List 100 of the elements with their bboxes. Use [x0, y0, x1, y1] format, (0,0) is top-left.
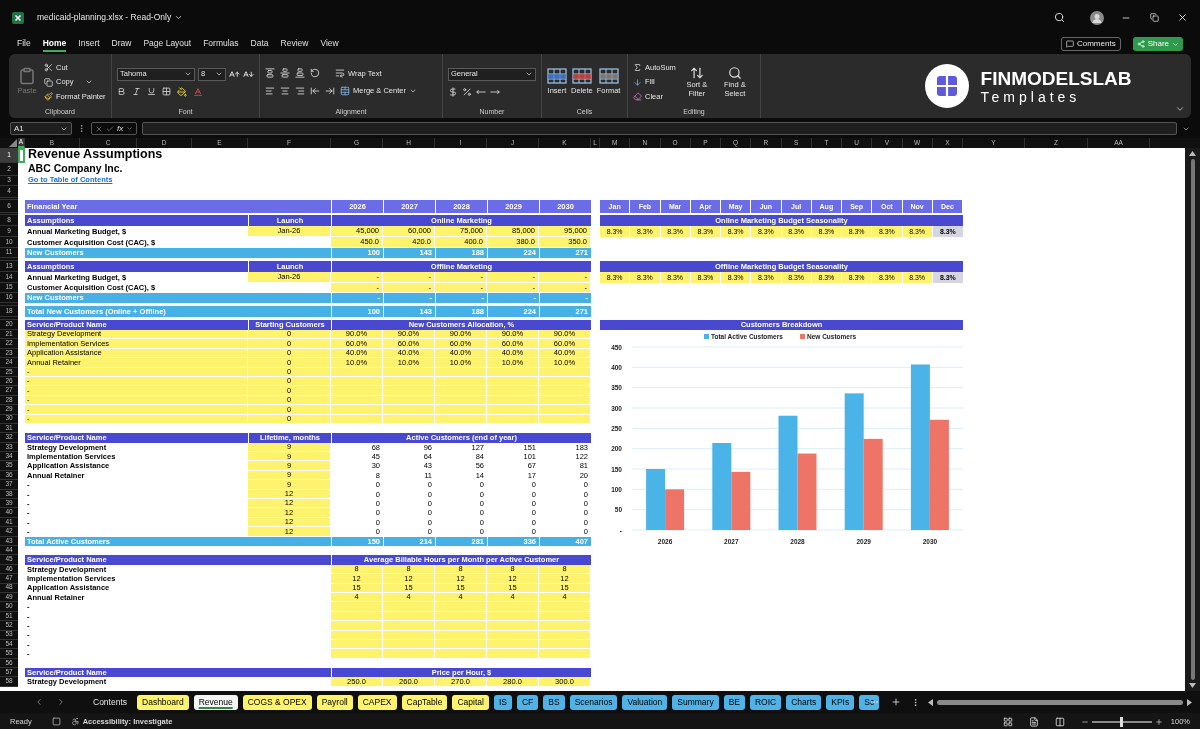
- next-sheet-icon[interactable]: [56, 697, 66, 707]
- wrap-text-icon[interactable]: [335, 68, 345, 79]
- menu-tab[interactable]: File: [17, 36, 31, 52]
- menu-tab[interactable]: View: [320, 36, 339, 52]
- sheet-tab[interactable]: ROIC: [750, 694, 782, 710]
- bold-icon[interactable]: [117, 87, 126, 96]
- sheet-tab[interactable]: CapTable: [401, 694, 448, 710]
- fill-color-icon[interactable]: [177, 86, 187, 97]
- sheet-tab[interactable]: BE: [723, 694, 745, 710]
- scrollbar-thumb[interactable]: [1190, 159, 1195, 680]
- copy-icon[interactable]: [44, 77, 53, 87]
- comment-icon: [1065, 40, 1074, 48]
- menu-tab[interactable]: Insert: [78, 36, 100, 52]
- sort-icon[interactable]: [689, 66, 704, 80]
- page-break-icon[interactable]: [1054, 716, 1065, 727]
- accessibility-icon[interactable]: [70, 717, 80, 726]
- fill-icon[interactable]: [633, 77, 642, 87]
- cancel-icon[interactable]: [95, 124, 103, 133]
- sheet-tab[interactable]: Revenue: [193, 694, 238, 710]
- search-icon[interactable]: [1054, 12, 1065, 23]
- sheet-tab[interactable]: Sc: [859, 694, 880, 710]
- scroll-right-icon[interactable]: [1187, 698, 1192, 706]
- options-icon[interactable]: [911, 697, 920, 707]
- align-right-icon[interactable]: [295, 85, 305, 96]
- shrink-font-icon[interactable]: [243, 68, 254, 80]
- align-top-icon[interactable]: [265, 68, 275, 79]
- sheet-tab[interactable]: Scenarios: [569, 694, 618, 710]
- page-layout-icon[interactable]: [1028, 716, 1039, 727]
- scroll-left-icon[interactable]: [928, 698, 933, 706]
- merge-icon[interactable]: [340, 85, 350, 96]
- percent-icon[interactable]: [462, 86, 472, 97]
- sheet-tab[interactable]: CF: [516, 694, 539, 710]
- sheet-tab[interactable]: Contents: [88, 694, 133, 710]
- sum-icon[interactable]: [633, 63, 642, 73]
- sheet-tab[interactable]: COGS & OPEX: [242, 694, 312, 710]
- underline-icon[interactable]: [147, 87, 156, 96]
- caret-icon: [184, 70, 192, 78]
- previous-sheet-icon[interactable]: [34, 697, 44, 707]
- zoom-thumb[interactable]: [1120, 716, 1124, 727]
- company-name: ABC Company Inc.: [28, 163, 123, 174]
- sheet-tab[interactable]: BS: [543, 694, 565, 710]
- close-icon[interactable]: [1177, 12, 1188, 23]
- orientation-icon[interactable]: [310, 68, 320, 79]
- scrollbar-thumb[interactable]: [937, 699, 1183, 705]
- caret-icon[interactable]: [84, 78, 93, 86]
- align-left-icon[interactable]: [265, 85, 275, 96]
- insert-function-button[interactable]: fx: [117, 122, 124, 135]
- sheet-tab[interactable]: Charts: [786, 694, 822, 710]
- menu-tab[interactable]: Data: [250, 36, 269, 52]
- align-middle-icon[interactable]: [280, 68, 290, 79]
- scissors-icon[interactable]: [44, 63, 53, 73]
- sheet-tab[interactable]: Valuation: [622, 694, 668, 710]
- more-icon[interactable]: [77, 124, 86, 133]
- sheet-tab[interactable]: CAPEX: [357, 694, 397, 710]
- formula-field[interactable]: [142, 122, 1177, 135]
- menu-tab[interactable]: Review: [280, 36, 309, 52]
- align-center-icon[interactable]: [280, 85, 290, 96]
- paste-icon[interactable]: [18, 67, 36, 86]
- logo-name: FINMODELSLAB: [980, 68, 1132, 88]
- table-icon: [598, 67, 619, 84]
- sheet-tab[interactable]: Capital: [452, 694, 489, 710]
- currency-icon[interactable]: [448, 86, 458, 97]
- borders-icon[interactable]: [162, 87, 171, 96]
- restore-icon[interactable]: [1150, 13, 1159, 22]
- share-button[interactable]: Share: [1132, 37, 1183, 51]
- macro-icon[interactable]: [51, 717, 61, 726]
- sheet-tab[interactable]: Summary: [672, 694, 719, 710]
- logo-icon: [924, 64, 969, 108]
- align-bottom-icon[interactable]: [295, 68, 305, 79]
- sheet-tab[interactable]: Dashboard: [137, 694, 189, 710]
- find-icon[interactable]: [727, 66, 742, 80]
- increase-indent-icon[interactable]: [325, 85, 335, 96]
- window-title: medicaid-planning.xlsx - Read-Only: [37, 11, 172, 24]
- spreadsheet-icon: [12, 11, 24, 24]
- comments-button[interactable]: Comments: [1060, 37, 1121, 51]
- menu-tab[interactable]: Home: [42, 36, 67, 52]
- table-icon: [571, 67, 592, 84]
- italic-icon[interactable]: [132, 87, 141, 96]
- caret-icon[interactable]: [174, 13, 184, 22]
- share-icon: [1136, 40, 1145, 48]
- grow-font-icon[interactable]: [229, 68, 240, 80]
- normal-view-icon[interactable]: [1002, 716, 1013, 727]
- name-box[interactable]: A1: [10, 122, 72, 135]
- menu-tab[interactable]: Formulas: [203, 36, 239, 52]
- decrease-indent-icon[interactable]: [310, 85, 320, 96]
- menu-tab[interactable]: Page Layout: [143, 36, 192, 52]
- sheet-tab[interactable]: IS: [493, 694, 512, 710]
- paintbrush-icon[interactable]: [44, 91, 53, 101]
- avatar-icon[interactable]: [1090, 10, 1104, 25]
- collapse-ribbon-icon[interactable]: [1175, 104, 1185, 114]
- menu-tab[interactable]: Draw: [111, 36, 132, 52]
- eraser-icon[interactable]: [633, 91, 642, 101]
- zoom-in-icon[interactable]: [1154, 717, 1163, 726]
- scroll-down-icon[interactable]: [1189, 683, 1196, 688]
- add-sheet-icon[interactable]: [891, 697, 901, 707]
- scroll-up-icon[interactable]: [1189, 151, 1196, 156]
- sheet-tab[interactable]: KPIs: [826, 694, 855, 710]
- sheet-tab[interactable]: Payroll: [316, 694, 353, 710]
- font-color-icon[interactable]: [193, 86, 203, 97]
- caret-icon: [525, 70, 533, 78]
